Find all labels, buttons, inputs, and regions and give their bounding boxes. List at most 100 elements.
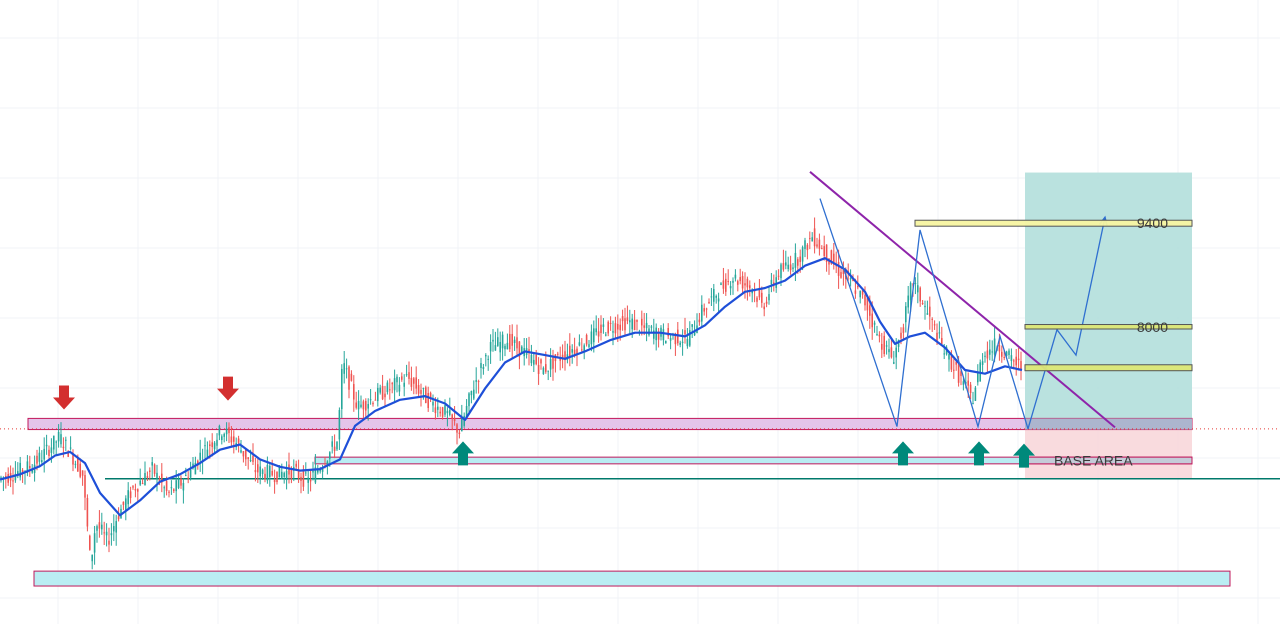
- candle-body: [552, 356, 554, 369]
- candle-body: [938, 332, 941, 334]
- candle-body: [336, 441, 338, 450]
- candle-body: [53, 435, 55, 450]
- candle-body: [180, 478, 182, 486]
- candle-body: [1013, 360, 1015, 362]
- candle-body: [957, 364, 960, 383]
- candle-body: [386, 382, 389, 393]
- candle-body: [758, 289, 761, 298]
- candle-body: [705, 308, 708, 310]
- candle-body: [485, 355, 487, 357]
- candle-body: [266, 464, 269, 481]
- candle-body: [749, 285, 751, 289]
- candle-body: [475, 380, 477, 382]
- candle-body: [408, 372, 410, 379]
- candle-body: [883, 335, 885, 355]
- candle-body: [511, 333, 513, 346]
- candle-body: [223, 433, 225, 437]
- candle-body: [50, 447, 53, 453]
- candle-body: [919, 287, 921, 302]
- candle-body: [86, 497, 89, 527]
- candle-body: [588, 344, 590, 348]
- candle-body: [91, 554, 93, 562]
- down-arrow-2: [217, 376, 239, 401]
- candle-body: [473, 389, 475, 399]
- candle-body: [139, 480, 141, 485]
- candle-body: [312, 470, 314, 473]
- candle-body: [199, 452, 201, 461]
- candle-body: [984, 355, 986, 357]
- candle-body: [458, 432, 461, 434]
- candle-body: [93, 533, 96, 553]
- candle-body: [509, 333, 511, 350]
- candle-body: [1001, 351, 1003, 357]
- candle-body: [1020, 361, 1022, 370]
- candle-body: [909, 283, 912, 301]
- candle-body: [840, 272, 842, 278]
- candle-body: [701, 304, 703, 322]
- candle-body: [950, 356, 953, 370]
- candle-body: [881, 343, 883, 350]
- candle-body: [986, 350, 989, 359]
- candle-body: [609, 322, 612, 324]
- candle-body: [917, 285, 919, 293]
- candle-body: [185, 475, 187, 477]
- candle-body: [115, 521, 117, 533]
- candle-body: [713, 288, 715, 302]
- candle-body: [489, 341, 492, 352]
- candle-body: [477, 381, 480, 383]
- candle-body: [782, 263, 785, 270]
- candle-body: [725, 278, 727, 292]
- candle-body: [780, 264, 782, 279]
- candle-body: [602, 324, 605, 327]
- candle-body: [991, 351, 993, 353]
- candle-body: [768, 294, 770, 301]
- candle-body: [595, 328, 597, 333]
- candle-body: [444, 405, 446, 415]
- candle-body: [578, 342, 581, 346]
- candle-body: [926, 313, 929, 315]
- candle-body: [593, 328, 595, 343]
- candle-body: [895, 347, 897, 358]
- candle-body: [633, 319, 636, 331]
- zone-overlap: [1025, 418, 1192, 430]
- candle-body: [413, 378, 415, 384]
- candle-body: [900, 332, 902, 339]
- candle-body: [437, 406, 439, 410]
- candle-body: [48, 449, 50, 457]
- candle-body: [727, 281, 729, 283]
- candlestick-series: [0, 217, 1022, 570]
- candle-body: [869, 305, 871, 316]
- moving-average-layer: [0, 257, 1023, 517]
- candle-body: [597, 331, 600, 337]
- candle-body: [684, 330, 686, 335]
- candle-body: [420, 389, 422, 394]
- candle-body: [732, 280, 734, 283]
- candle-body: [396, 376, 398, 383]
- candle-body: [127, 490, 129, 505]
- candle-body: [737, 281, 739, 285]
- candle-body: [571, 349, 573, 353]
- candle-body: [921, 303, 924, 305]
- candle-body: [261, 469, 264, 474]
- candle-body: [789, 264, 792, 271]
- candle-body: [804, 240, 806, 249]
- candle-body: [132, 486, 134, 488]
- candle-body: [129, 491, 132, 498]
- candle-body: [482, 366, 485, 370]
- candle-body: [487, 358, 489, 360]
- candle-body: [300, 476, 302, 481]
- candle-body: [209, 444, 211, 446]
- candle-body: [276, 471, 278, 483]
- candle-body: [504, 345, 506, 350]
- candle-body: [854, 290, 857, 294]
- candle-body: [902, 327, 905, 333]
- candle-body: [247, 457, 249, 460]
- candle-body: [357, 400, 360, 410]
- candle-body: [545, 364, 547, 372]
- zigzag-pattern: [819, 198, 1029, 430]
- target-zone: [1025, 172, 1192, 430]
- candle-body: [823, 246, 825, 256]
- candle-body: [245, 449, 247, 460]
- candle-body: [432, 401, 434, 406]
- candle-body: [1003, 357, 1005, 359]
